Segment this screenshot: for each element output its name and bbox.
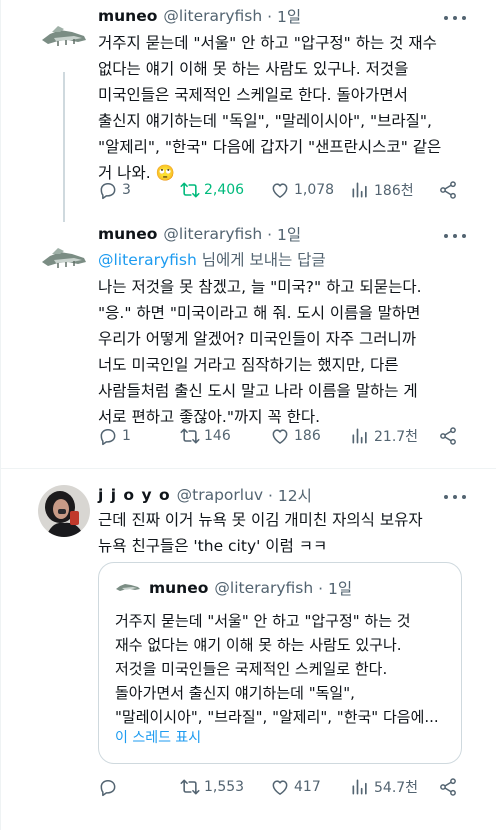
reply-count: 3	[122, 182, 131, 198]
avatar[interactable]	[38, 236, 90, 288]
avatar-image	[38, 236, 90, 288]
retweet-button[interactable]: 146	[180, 424, 231, 448]
heart-icon	[272, 183, 288, 198]
reply-button[interactable]: 3	[98, 178, 131, 202]
heart-icon	[272, 780, 288, 795]
views-chart-icon	[352, 182, 367, 198]
user-handle[interactable]: @traporluv	[177, 486, 263, 504]
retweet-button[interactable]: 1,553	[180, 775, 244, 799]
replying-to: @literaryfish 님에게 보내는 답글	[98, 248, 326, 270]
reply-button[interactable]: 1	[98, 424, 131, 448]
tweet-text: 나는 저것을 못 참겠고, 늘 "미국?" 하고 되묻는다. "응." 하면 "…	[98, 278, 422, 426]
more-dot-icon	[453, 16, 457, 20]
views-chart-icon	[352, 428, 367, 444]
display-name[interactable]: j j o y o	[98, 486, 171, 504]
quoted-timestamp-text: · 1일	[318, 580, 353, 598]
tweet-header: muneo @literaryfish · 1일	[98, 224, 301, 244]
user-handle[interactable]: @literaryfish	[163, 225, 262, 243]
reply-count: 1	[122, 428, 131, 444]
share-icon	[440, 778, 456, 796]
like-count: 186	[294, 428, 321, 444]
tweet-actions: 1,553 417 54.7천	[98, 775, 470, 799]
views-chart-icon	[352, 779, 367, 795]
avatar-image	[38, 14, 90, 66]
timestamp[interactable]: · 12시	[263, 484, 312, 506]
more-options-button[interactable]	[444, 8, 466, 28]
retweet-button[interactable]: 2,406	[180, 178, 244, 202]
retweet-icon	[180, 779, 200, 795]
like-count: 417	[294, 779, 321, 795]
quoted-tweet-header: muneo @literaryfish · 1일	[115, 577, 352, 599]
quoted-avatar	[116, 584, 140, 591]
more-dot-icon	[444, 234, 448, 238]
views-button[interactable]: 186천	[350, 178, 414, 202]
reply-mention-link[interactable]: @literaryfish	[98, 251, 197, 269]
more-dot-icon	[462, 495, 466, 499]
more-options-button[interactable]	[444, 487, 466, 507]
retweet-count: 2,406	[204, 182, 245, 198]
quoted-display-name: muneo	[149, 579, 209, 597]
share-button[interactable]	[438, 424, 462, 448]
avatar[interactable]	[38, 485, 90, 537]
share-button[interactable]	[438, 178, 462, 202]
retweet-count: 1,553	[204, 779, 245, 795]
timestamp-text: · 12시	[268, 487, 312, 505]
like-button[interactable]: 417	[270, 775, 321, 799]
timestamp-text: · 1일	[267, 8, 302, 26]
more-dot-icon	[462, 234, 466, 238]
tweet-header: muneo @literaryfish · 1일	[98, 6, 301, 26]
view-count: 54.7천	[374, 780, 419, 796]
more-dot-icon	[453, 495, 457, 499]
replying-suffix: 님에게 보내는 답글	[196, 251, 326, 269]
tweet-1[interactable]: muneo @literaryfish · 1일 거주지 묻는데 "서울" 안 …	[0, 0, 496, 222]
like-button[interactable]: 1,078	[270, 178, 334, 202]
timestamp[interactable]: · 1일	[262, 223, 301, 245]
tweet-2[interactable]: muneo @literaryfish · 1일 @literaryfish 님…	[0, 222, 496, 468]
share-icon	[440, 427, 456, 445]
more-options-button[interactable]	[444, 226, 466, 246]
share-button[interactable]	[438, 775, 462, 799]
retweet-count: 146	[204, 428, 231, 444]
display-name[interactable]: muneo	[98, 225, 157, 243]
quoted-user-handle: @literaryfish	[214, 579, 314, 597]
timestamp-text: · 1일	[267, 226, 302, 244]
retweet-icon	[180, 428, 200, 444]
tweet-actions: 1 146 186 21.7천	[98, 424, 470, 448]
reply-button[interactable]	[98, 775, 122, 799]
retweet-icon	[180, 182, 200, 198]
display-name[interactable]: muneo	[98, 7, 157, 25]
tweet-text: 거주지 묻는데 "서울" 안 하고 "압구정" 하는 것 재수 없다는 얘기 이…	[98, 34, 442, 182]
views-button[interactable]: 54.7천	[350, 775, 418, 799]
quoted-tweet-text: 거주지 묻는데 "서울" 안 하고 "압구정" 하는 것 재수 없다는 얘기 이…	[115, 612, 439, 726]
more-dot-icon	[453, 234, 457, 238]
avatar-photo	[38, 485, 90, 537]
share-icon	[440, 181, 456, 199]
user-handle[interactable]: @literaryfish	[163, 7, 262, 25]
thread-connector	[63, 72, 65, 222]
reply-icon	[100, 780, 116, 797]
tweet-header: j j o y o @traporluv · 12시	[98, 485, 312, 505]
heart-icon	[272, 429, 288, 444]
views-button[interactable]: 21.7천	[350, 424, 418, 448]
more-dot-icon	[462, 16, 466, 20]
quoted-timestamp: · 1일	[313, 577, 352, 599]
like-button[interactable]: 186	[270, 424, 321, 448]
avatar[interactable]	[38, 14, 90, 66]
tweet-text: 근데 진짜 이거 뉴욕 못 이김 개미친 자의식 보유자 뉴욕 친구들은 'th…	[98, 511, 423, 555]
view-count: 21.7천	[374, 429, 419, 445]
show-thread-link[interactable]: 이 스레드 표시	[115, 727, 201, 747]
like-count: 1,078	[294, 182, 335, 198]
view-count: 186천	[374, 183, 414, 199]
more-dot-icon	[444, 495, 448, 499]
reply-icon	[100, 429, 116, 446]
more-dot-icon	[444, 16, 448, 20]
quoted-tweet-card[interactable]: muneo @literaryfish · 1일 거주지 묻는데 "서울" 안 …	[98, 562, 462, 764]
reply-icon	[100, 183, 116, 200]
timestamp[interactable]: · 1일	[262, 5, 301, 27]
tweet-actions: 3 2,406 1,078 186천	[98, 178, 470, 202]
